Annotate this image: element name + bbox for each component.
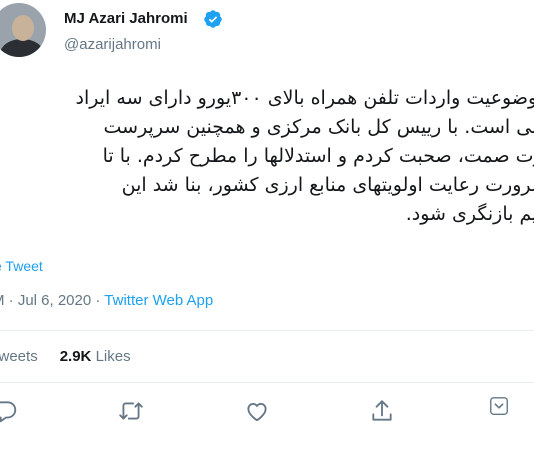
retweets-stat[interactable]: etweets — [0, 348, 38, 365]
retweet-icon[interactable] — [118, 398, 144, 424]
reply-icon[interactable] — [0, 398, 18, 424]
tweet-header: MJ Azari Jahromi @azarijahromi — [0, 0, 534, 66]
translate-tweet-link[interactable]: e Tweet — [0, 258, 43, 274]
share-icon[interactable] — [369, 398, 395, 424]
tweet-stats: etweets 2.9K Likes — [0, 348, 131, 365]
likes-stat[interactable]: 2.9K Likes — [60, 348, 131, 365]
tweet-text: موضوعیت واردات تلفن همراه بالای ۳۰۰یورو … — [0, 84, 534, 229]
retweets-label: etweets — [0, 348, 38, 365]
tweet-line-5: میم بازنگری شود. — [405, 203, 534, 225]
tweet-meta: M · Jul 6, 2020 · Twitter Web App — [0, 292, 213, 309]
tweet-timestamp[interactable]: M · Jul 6, 2020 · — [0, 292, 104, 309]
tweet-line-1: موضوعیت واردات تلفن همراه بالای ۳۰۰یورو … — [75, 87, 534, 109]
verified-badge-icon — [204, 10, 222, 28]
author-name[interactable]: MJ Azari Jahromi — [64, 10, 188, 27]
avatar[interactable] — [0, 3, 46, 57]
tweet-line-4: ضرورت رعایت اولویتهای منابع ارزی کشور، ب… — [121, 174, 534, 196]
avatar-body — [0, 39, 44, 57]
tweet-line-3: ارت صمت، صحبت کردم و استدلالها را مطرح ک… — [102, 145, 534, 167]
like-icon[interactable] — [244, 398, 270, 424]
likes-label: Likes — [95, 348, 131, 365]
tweet-line-2: سی است. با رییس کل بانک مرکزی و همچنین س… — [103, 116, 534, 138]
divider-bottom — [0, 382, 534, 383]
author-handle[interactable]: @azarijahromi — [64, 36, 161, 53]
tweet-source-link[interactable]: Twitter Web App — [104, 292, 213, 309]
likes-count: 2.9K — [59, 348, 92, 365]
avatar-face — [12, 15, 34, 41]
divider-top — [0, 330, 534, 331]
chevron-down-icon[interactable] — [488, 395, 510, 417]
